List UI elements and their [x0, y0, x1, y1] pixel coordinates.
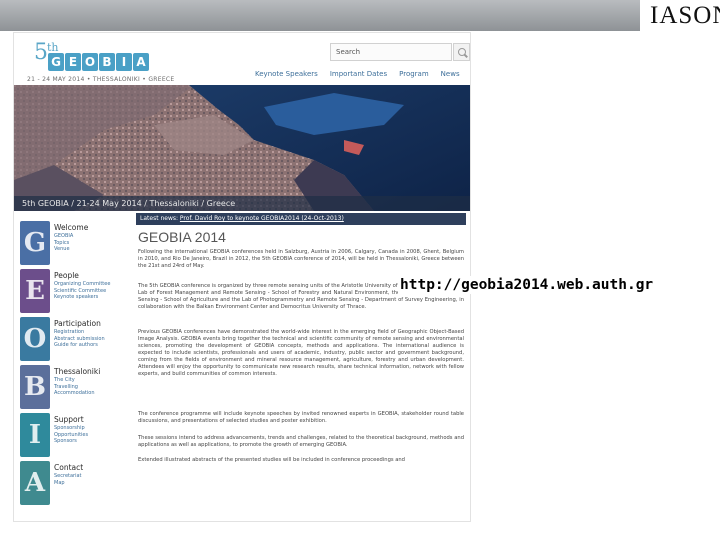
logo-letter: G: [48, 53, 64, 71]
sidebar-tile-letter: B: [24, 372, 46, 402]
search-icon[interactable]: [453, 43, 470, 61]
sidebar-tile-letter: E: [25, 276, 45, 306]
geobia-logo[interactable]: 5 th G E O B I A 21 - 24 MAY 2014 • THES…: [20, 38, 174, 83]
sidebar-heading[interactable]: Thessaloniki: [54, 367, 100, 376]
sidebar-link[interactable]: Secretariat: [54, 473, 82, 480]
sidebar-link[interactable]: Sponsors: [54, 438, 88, 445]
sidebar-link[interactable]: Topics: [54, 240, 73, 247]
logo-letter: E: [65, 53, 81, 71]
sidebar-links: The City Travelling Accommodation: [54, 377, 95, 397]
logo-letter: A: [133, 53, 149, 71]
sidebar-link[interactable]: Venue: [54, 246, 73, 253]
sidebar-links: GEOBIA Topics Venue: [54, 233, 73, 253]
sidebar-heading[interactable]: Participation: [54, 319, 101, 328]
sidebar-tile-letter: G: [23, 228, 47, 258]
logo-letter: B: [99, 53, 115, 71]
logo-letter: I: [116, 53, 132, 71]
sidebar-tile-letter: O: [23, 324, 47, 354]
site-header: 5 th G E O B I A 21 - 24 MAY 2014 • THES…: [14, 33, 470, 85]
satellite-banner-image: 5th GEOBIA / 21-24 May 2014 / Thessaloni…: [14, 85, 470, 211]
latest-news-bar[interactable]: Latest news: Prof. David Roy to keynote …: [136, 213, 466, 225]
sidebar-item-people: E People Organizing Committee Scientific…: [20, 269, 132, 315]
sidebar-links: Sponsorship Opportunities Sponsors: [54, 425, 88, 445]
sidebar-link[interactable]: Organizing Committee: [54, 281, 110, 288]
sidebar-link[interactable]: Registration: [54, 329, 105, 336]
top-banner-bar: [0, 0, 640, 31]
search-input[interactable]: Search: [330, 43, 452, 61]
sidebar-link[interactable]: Travelling: [54, 384, 95, 391]
satellite-image: [14, 85, 470, 211]
logo-word: G E O B I A: [48, 53, 149, 71]
sidebar-link[interactable]: Sponsorship: [54, 425, 88, 432]
nav-important-dates[interactable]: Important Dates: [330, 70, 387, 78]
sidebar-heading[interactable]: People: [54, 271, 79, 280]
news-label: Latest news:: [140, 215, 178, 222]
sidebar-item-contact: A Contact Secretariat Map: [20, 461, 132, 507]
paragraph: Extended illustrated abstracts of the pr…: [138, 457, 405, 463]
sidebar-link[interactable]: GEOBIA: [54, 233, 73, 240]
sidebar-link[interactable]: The City: [54, 377, 95, 384]
iason-logo: IASON: [650, 2, 720, 29]
sidebar-item-support: I Support Sponsorship Opportunities Spon…: [20, 413, 132, 459]
nav-news[interactable]: News: [441, 70, 460, 78]
sidebar-link[interactable]: Accommodation: [54, 390, 95, 397]
sidebar-links: Registration Abstract submission Guide f…: [54, 329, 105, 349]
sidebar-links: Organizing Committee Scientific Committe…: [54, 281, 110, 301]
url-caption[interactable]: http://geobia2014.web.auth.gr: [398, 276, 656, 294]
logo-subtitle: 21 - 24 MAY 2014 • THESSALONIKI • GREECE: [27, 76, 175, 83]
banner-caption: 5th GEOBIA / 21-24 May 2014 / Thessaloni…: [14, 196, 470, 211]
sidebar-heading[interactable]: Support: [54, 415, 84, 424]
logo-number: 5: [34, 40, 48, 65]
nav-program[interactable]: Program: [399, 70, 429, 78]
sidebar-heading[interactable]: Contact: [54, 463, 83, 472]
sidebar-link[interactable]: Scientific Committee: [54, 288, 110, 295]
sidebar-item-participation: O Participation Registration Abstract su…: [20, 317, 132, 363]
slide: IASON 5 th G E O B I A 21 - 24 MAY 2014 …: [0, 0, 720, 540]
logo-letter: O: [82, 53, 98, 71]
paragraph: These sessions intend to address advance…: [138, 435, 464, 448]
main-nav: Keynote Speakers Important Dates Program…: [255, 70, 460, 78]
paragraph: The conference programme will include ke…: [138, 411, 464, 424]
paragraph: Previous GEOBIA conferences have demonst…: [138, 329, 464, 377]
sidebar-links: Secretariat Map: [54, 473, 82, 486]
sidebar-heading[interactable]: Welcome: [54, 223, 88, 232]
sidebar-item-thessaloniki: B Thessaloniki The City Travelling Accom…: [20, 365, 132, 411]
sidebar-link[interactable]: Opportunities: [54, 432, 88, 439]
page-title: GEOBIA 2014: [138, 229, 226, 245]
sidebar-tile-letter: I: [28, 420, 42, 450]
sidebar-tile-letter: A: [24, 468, 46, 498]
sidebar-link[interactable]: Map: [54, 480, 82, 487]
sidebar-item-welcome: G Welcome GEOBIA Topics Venue: [20, 221, 132, 267]
sidebar-link[interactable]: Guide for authors: [54, 342, 105, 349]
news-link[interactable]: Prof. David Roy to keynote GEOBIA2014 (2…: [180, 215, 344, 222]
sidebar: G Welcome GEOBIA Topics Venue E People O…: [14, 213, 134, 521]
paragraph: Following the international GEOBIA confe…: [138, 249, 464, 269]
sidebar-link[interactable]: Keynote speakers: [54, 294, 110, 301]
nav-keynote-speakers[interactable]: Keynote Speakers: [255, 70, 318, 78]
sidebar-link[interactable]: Abstract submission: [54, 336, 105, 343]
main-content: Latest news: Prof. David Roy to keynote …: [136, 213, 466, 521]
